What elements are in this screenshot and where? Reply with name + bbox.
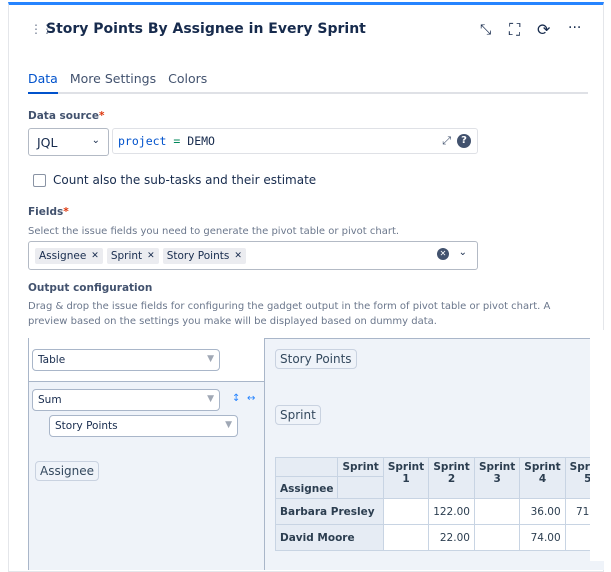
- field-pill-sprint[interactable]: Sprint: [275, 405, 321, 425]
- corner-cell: [274, 457, 339, 477]
- minimize-icon[interactable]: ⤡: [480, 22, 491, 38]
- sort-cols-icon[interactable]: ↔: [247, 393, 255, 404]
- tab-bar: Data More Settings Colors: [28, 71, 588, 94]
- table-header-row: Sprint Sprint 1 Sprint 2 Sprint 3 Sprint…: [274, 457, 611, 499]
- column-header: Sprint 2: [428, 457, 475, 499]
- value-cell: 36.00: [519, 498, 566, 525]
- output-config-help: Drag & drop the issue fields for configu…: [28, 301, 551, 327]
- query-keyword: project: [118, 134, 167, 148]
- refresh-icon[interactable]: ⟳: [537, 20, 550, 39]
- fullscreen-icon[interactable]: ⛶: [509, 20, 520, 40]
- renderer-select[interactable]: Table ▼: [32, 349, 220, 371]
- data-source-type-value: JQL: [37, 135, 58, 150]
- column-header: Sprint 4: [519, 457, 566, 499]
- sort-rows-icon[interactable]: ↕: [232, 393, 240, 404]
- field-chip: Story Points ✕: [162, 247, 246, 264]
- subtasks-checkbox[interactable]: [33, 174, 46, 187]
- required-marker: *: [99, 110, 105, 122]
- remove-icon[interactable]: ✕: [147, 251, 155, 261]
- fields-label: Fields*: [28, 206, 69, 218]
- more-icon[interactable]: ···: [568, 20, 581, 36]
- empty-cell: [337, 476, 384, 499]
- column-header: Sprint 3: [473, 457, 521, 499]
- expand-icon[interactable]: ⤢: [442, 134, 451, 148]
- remove-icon[interactable]: ✕: [91, 251, 99, 261]
- remove-icon[interactable]: ✕: [234, 251, 242, 261]
- data-source-label: Data source*: [28, 110, 105, 122]
- data-source-type-select[interactable]: JQL ⌄: [28, 128, 109, 156]
- field-pill-assignee[interactable]: Assignee: [35, 461, 100, 481]
- dropdown-arrow-icon: ▼: [207, 354, 214, 364]
- query-operator: =: [173, 134, 181, 148]
- table-row: David Moore 22.00 74.00: [275, 524, 611, 551]
- value-cell: 122.00: [428, 498, 475, 525]
- fields-multiselect[interactable]: Assignee ✕ Sprint ✕ Story Points ✕ ✕ ⌄: [28, 241, 478, 270]
- gadget-title: Story Points By Assignee in Every Sprint: [46, 21, 366, 37]
- chevron-down-icon: ⌄: [91, 135, 100, 146]
- value-cell: [382, 498, 430, 525]
- chip-label: Assignee: [39, 249, 87, 262]
- fields-help: Select the issue fields you need to gene…: [28, 226, 400, 237]
- clear-icon[interactable]: ✕: [437, 248, 449, 260]
- value-cell: 74.00: [519, 524, 566, 551]
- table-row: Barbara Presley 122.00 36.00 71.00: [275, 498, 611, 525]
- value-cell: [382, 524, 430, 551]
- row-axis-label: Assignee: [274, 476, 339, 499]
- pivot-table: Sprint Sprint 1 Sprint 2 Sprint 3 Sprint…: [274, 457, 611, 551]
- tab-data[interactable]: Data: [28, 71, 58, 94]
- aggregator-field-value: Story Points: [55, 420, 118, 432]
- chip-label: Sprint: [110, 249, 143, 262]
- fields-label-text: Fields: [28, 206, 64, 218]
- clip-edge: [590, 330, 611, 561]
- help-icon[interactable]: ?: [457, 134, 471, 148]
- jql-query-input[interactable]: project = DEMO ⤢ ?: [112, 128, 478, 154]
- value-cell: 22.00: [428, 524, 475, 551]
- required-marker: *: [63, 206, 69, 218]
- row-label: Barbara Presley: [275, 498, 384, 525]
- field-chip: Assignee ✕: [35, 247, 103, 264]
- subtasks-label[interactable]: Count also the sub-tasks and their estim…: [53, 173, 316, 187]
- value-cell: [473, 524, 521, 551]
- aggregator-value: Sum: [38, 394, 62, 406]
- output-config-label: Output configuration: [28, 282, 153, 294]
- tab-more-settings[interactable]: More Settings: [70, 71, 156, 94]
- field-chip: Sprint ✕: [106, 247, 159, 264]
- dropdown-arrow-icon: ▼: [225, 420, 232, 430]
- data-source-label-text: Data source: [28, 110, 100, 122]
- renderer-value: Table: [38, 354, 66, 366]
- column-header: Sprint 1: [382, 457, 430, 499]
- aggregator-select[interactable]: Sum ▼: [32, 389, 220, 411]
- value-cell: [473, 498, 521, 525]
- aggregator-field-select[interactable]: Story Points ▼: [49, 415, 238, 437]
- tab-colors[interactable]: Colors: [168, 71, 207, 94]
- row-label: David Moore: [275, 524, 384, 551]
- chip-label: Story Points: [166, 249, 230, 262]
- query-value: DEMO: [187, 134, 215, 148]
- col-axis-label: Sprint: [337, 457, 384, 477]
- field-pill-story-points[interactable]: Story Points: [275, 349, 357, 369]
- dropdown-arrow-icon: ▼: [207, 394, 214, 404]
- chevron-down-icon[interactable]: ⌄: [459, 247, 467, 258]
